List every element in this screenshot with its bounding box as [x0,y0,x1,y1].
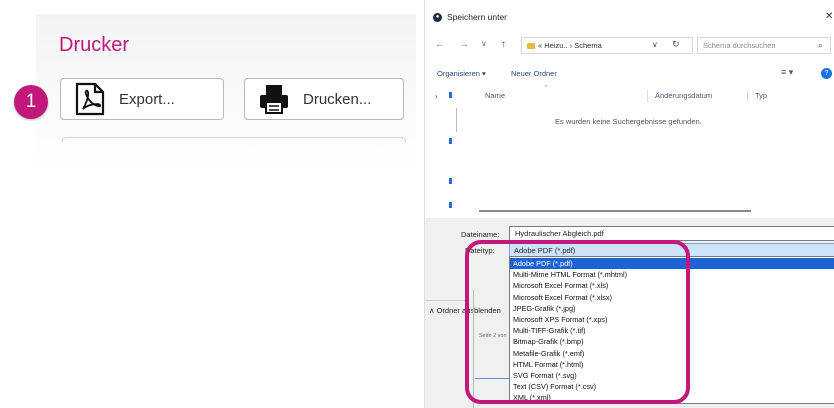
column-name[interactable]: Name [485,91,505,100]
navigation-bar: ← → ∨ ↑ « Heizu.. › Schema ∨ ↻ Schema du… [425,34,834,56]
refresh-icon[interactable]: ↻ [672,39,680,50]
file-list-header: ⌃ Name Änderungsdatum Typ [457,85,834,104]
up-arrow-icon[interactable]: ↑ [501,39,506,50]
sort-caret-icon: ⌃ [543,85,549,92]
column-separator[interactable] [647,90,648,102]
filename-label: Dateiname: [461,230,500,239]
tree-item-marker [449,178,452,184]
footer-divider [425,300,469,301]
chevron-down-icon[interactable]: ∨ [652,40,658,49]
new-folder-button[interactable]: Neuer Ordner [511,69,557,78]
breadcrumb[interactable]: « Heizu.. › Schema ∨ ↻ [521,37,693,54]
export-button[interactable]: Export... [60,78,224,120]
export-label: Export... [119,90,175,108]
folder-icon [527,43,535,49]
view-options-icon[interactable]: ≡ ▾ [781,67,793,78]
column-separator[interactable] [747,90,748,102]
close-icon[interactable]: ✕ [825,11,833,22]
dialog-titlebar: ● Speichern unter ✕ [425,0,834,30]
pdf-icon [75,82,105,116]
app-icon: ● [433,13,442,22]
tree-item-marker [449,202,452,208]
dialog-title: Speichern unter [447,12,508,22]
search-input[interactable]: Schema durchsuchen ⌕ [697,37,831,54]
pane-splitter[interactable] [456,108,457,132]
navigation-pane[interactable]: › [425,86,455,214]
section-title: Drucker [59,34,130,56]
expand-chevron-icon[interactable]: › [435,92,438,101]
empty-results-message: Es wurden keine Suchergebnisse gefunden. [555,117,702,126]
forward-arrow-icon[interactable]: → [459,39,469,50]
print-button[interactable]: Drucken... [244,78,404,120]
printer-icon [260,85,288,114]
panel-divider [62,137,406,142]
tree-item-marker [449,138,452,144]
horizontal-scrollbar[interactable] [479,210,751,212]
column-modified[interactable]: Änderungsdatum [655,91,712,100]
tree-item-marker [449,92,452,98]
column-type[interactable]: Typ [755,91,767,100]
step-badge: 1 [14,85,48,119]
print-label: Drucken... [303,90,372,108]
history-chevron-icon[interactable]: ∨ [481,39,487,48]
breadcrumb-path: « Heizu.. › Schema [538,41,602,50]
filename-value: Hydraulischer Abgleich.pdf [515,229,604,238]
organize-menu[interactable]: Organisieren ▾ [437,69,486,78]
back-arrow-icon[interactable]: ← [435,39,445,50]
highlight-frame [465,240,690,404]
help-icon[interactable]: ? [821,68,832,79]
command-bar: Organisieren ▾ Neuer Ordner ≡ ▾ ? [425,66,834,82]
search-icon: ⌕ [818,40,824,50]
print-panel [36,14,416,408]
filename-input[interactable]: Hydraulischer Abgleich.pdf [509,226,834,241]
search-placeholder: Schema durchsuchen [703,41,776,50]
